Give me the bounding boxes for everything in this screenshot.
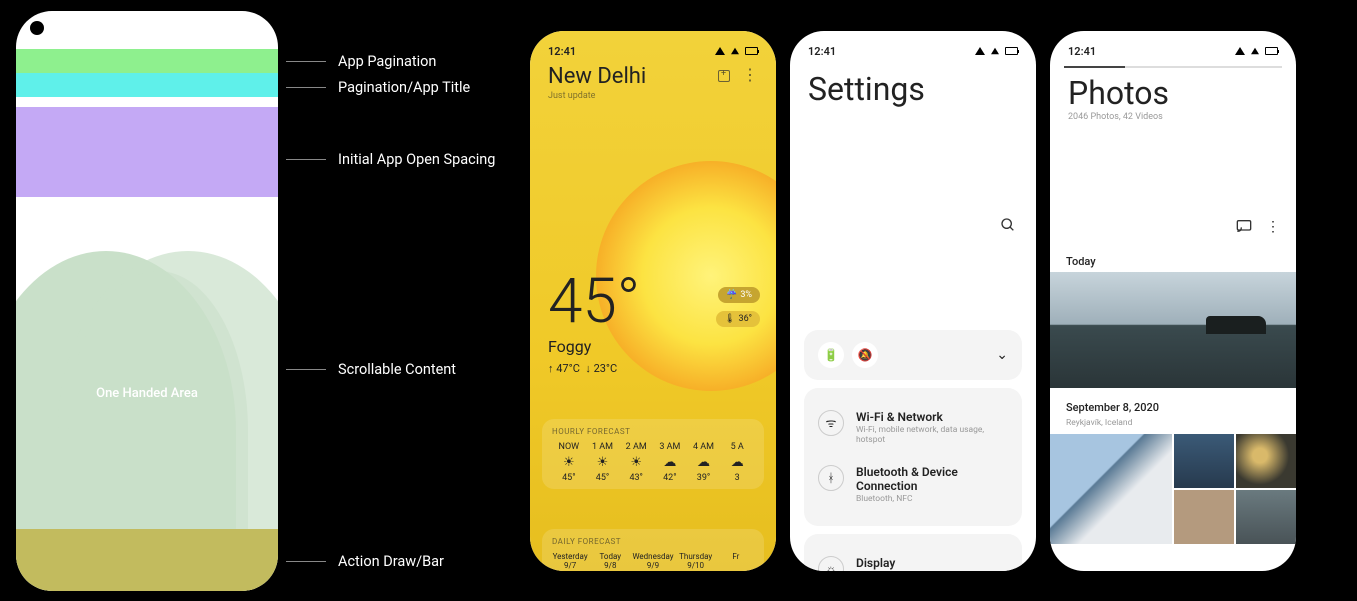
- spec-label: Action Draw/Bar: [338, 553, 444, 570]
- camera-hole: [30, 21, 44, 35]
- today-label: Today: [1050, 251, 1296, 272]
- progress-bar: [1064, 66, 1282, 68]
- location-label: Reykjavík, Iceland: [1050, 418, 1296, 434]
- photo-thumb[interactable]: [1174, 434, 1234, 488]
- more-icon[interactable]: ⋮: [742, 70, 758, 82]
- settings-item-bluetooth[interactable]: ᚼ Bluetooth & Device ConnectionBluetooth…: [818, 455, 1008, 514]
- signal-icon: [975, 47, 985, 55]
- one-handed-label: One Handed Area: [16, 386, 278, 401]
- condition: Foggy: [548, 337, 640, 356]
- settings-group-1: ᯤ Wi-Fi & NetworkWi-Fi, mobile network, …: [804, 388, 1022, 526]
- region-action-bar: [16, 529, 278, 591]
- high-low: ↑ 47°C ↓ 23°C: [548, 362, 640, 375]
- spec-label: App Pagination: [338, 53, 436, 70]
- temperature: 45°: [548, 271, 640, 333]
- hero-photo[interactable]: [1050, 272, 1296, 388]
- photo-thumb[interactable]: [1236, 434, 1296, 488]
- date-section: September 8, 2020 Reykjavík, Iceland: [1050, 397, 1296, 544]
- battery-saver-icon[interactable]: 🔋: [818, 342, 844, 368]
- page-title: Settings: [790, 64, 1036, 112]
- hourly-col: 2 AM☀43°: [619, 442, 653, 483]
- spec-phone-frame: One Handed Area: [16, 11, 278, 591]
- battery-icon: [1005, 47, 1018, 55]
- cast-icon[interactable]: [1236, 219, 1252, 237]
- bluetooth-icon: ᚼ: [818, 465, 844, 491]
- signal-icon: [991, 48, 999, 54]
- photos-count: 2046 Photos, 42 Videos: [1050, 112, 1296, 122]
- hourly-forecast-card[interactable]: HOURLY FORECAST NOW☀45° 1 AM☀45° 2 AM☀43…: [542, 419, 764, 489]
- status-icons: [715, 45, 758, 58]
- clock: 12:41: [548, 45, 576, 58]
- layout-spec-panel: One Handed Area App Pagination Paginatio…: [16, 11, 516, 591]
- settings-item-display[interactable]: ☼ DisplayStatus bar, ambient display, ni…: [818, 546, 1008, 571]
- photo-grid: [1050, 434, 1296, 544]
- city-name: New Delhi: [548, 64, 646, 89]
- daily-forecast-card[interactable]: DAILY FORECAST Yesterday9/7 Today9/8 Wed…: [542, 529, 764, 571]
- signal-icon: [731, 48, 739, 54]
- photos-phone: 12:41 Photos 2046 Photos, 42 Videos ⋮ To…: [1050, 31, 1296, 571]
- spec-label: Pagination/App Title: [338, 79, 470, 96]
- hourly-title: HOURLY FORECAST: [552, 427, 754, 436]
- clock: 12:41: [1068, 45, 1096, 58]
- wifi-icon: ᯤ: [818, 410, 844, 436]
- spec-label: Scrollable Content: [338, 361, 456, 378]
- brightness-icon: ☼: [818, 556, 844, 571]
- hourly-col: 3 AM☁42°: [653, 442, 687, 483]
- signal-icon: [1235, 47, 1245, 55]
- add-city-icon[interactable]: [718, 70, 730, 82]
- daily-col[interactable]: Thursday9/10: [678, 552, 714, 571]
- battery-icon: [745, 47, 758, 55]
- signal-icon: [715, 47, 725, 55]
- hourly-col: 4 AM☁39°: [687, 442, 721, 483]
- date-label: September 8, 2020: [1050, 397, 1296, 418]
- feels-like-pill: 🌡 36°: [716, 311, 760, 327]
- more-icon[interactable]: ⋮: [1266, 219, 1280, 237]
- weather-phone: 12:41 New Delhi Just update ⋮ 45° Foggy …: [530, 31, 776, 571]
- settings-group-2: ☼ DisplayStatus bar, ambient display, ni…: [804, 534, 1022, 571]
- battery-icon: [1265, 47, 1278, 55]
- daily-title: DAILY FORECAST: [552, 537, 754, 546]
- hourly-col: 5 A☁3: [720, 442, 754, 483]
- signal-icon: [1251, 48, 1259, 54]
- photo-thumb[interactable]: [1050, 434, 1172, 544]
- status-bar: 12:41: [1050, 31, 1296, 64]
- spec-label: Initial App Open Spacing: [338, 151, 495, 168]
- region-open-spacing: [16, 107, 278, 197]
- photo-thumb[interactable]: [1236, 490, 1296, 544]
- daily-col[interactable]: Fr: [718, 552, 754, 571]
- rain-chance-pill: ☔ 3%: [718, 287, 760, 303]
- region-app-pagination: [16, 49, 278, 73]
- update-status: Just update: [548, 91, 646, 101]
- quick-settings-card[interactable]: 🔋 🔕 ⌄: [804, 330, 1022, 380]
- region-app-title: [16, 73, 278, 97]
- page-title: Photos: [1050, 68, 1296, 112]
- spec-labels-column: App Pagination Pagination/App Title Init…: [286, 11, 516, 591]
- hourly-col: NOW☀45°: [552, 442, 586, 483]
- settings-item-wifi[interactable]: ᯤ Wi-Fi & NetworkWi-Fi, mobile network, …: [818, 400, 1008, 455]
- daily-col[interactable]: Yesterday9/7: [552, 552, 588, 571]
- status-bar: 12:41: [790, 31, 1036, 64]
- hourly-col: 1 AM☀45°: [586, 442, 620, 483]
- search-icon[interactable]: [1000, 217, 1016, 237]
- daily-col[interactable]: Today9/8: [592, 552, 628, 571]
- chevron-down-icon[interactable]: ⌄: [996, 347, 1008, 363]
- daily-col[interactable]: Wednesday9/9: [632, 552, 673, 571]
- settings-phone: 12:41 Settings 🔋 🔕 ⌄ ᯤ Wi-Fi & NetworkWi…: [790, 31, 1036, 571]
- status-bar: 12:41: [530, 31, 776, 64]
- dnd-icon[interactable]: 🔕: [852, 342, 878, 368]
- clock: 12:41: [808, 45, 836, 58]
- photo-thumb[interactable]: [1174, 490, 1234, 544]
- today-section: Today: [1050, 251, 1296, 388]
- region-scrollable: One Handed Area: [16, 231, 278, 531]
